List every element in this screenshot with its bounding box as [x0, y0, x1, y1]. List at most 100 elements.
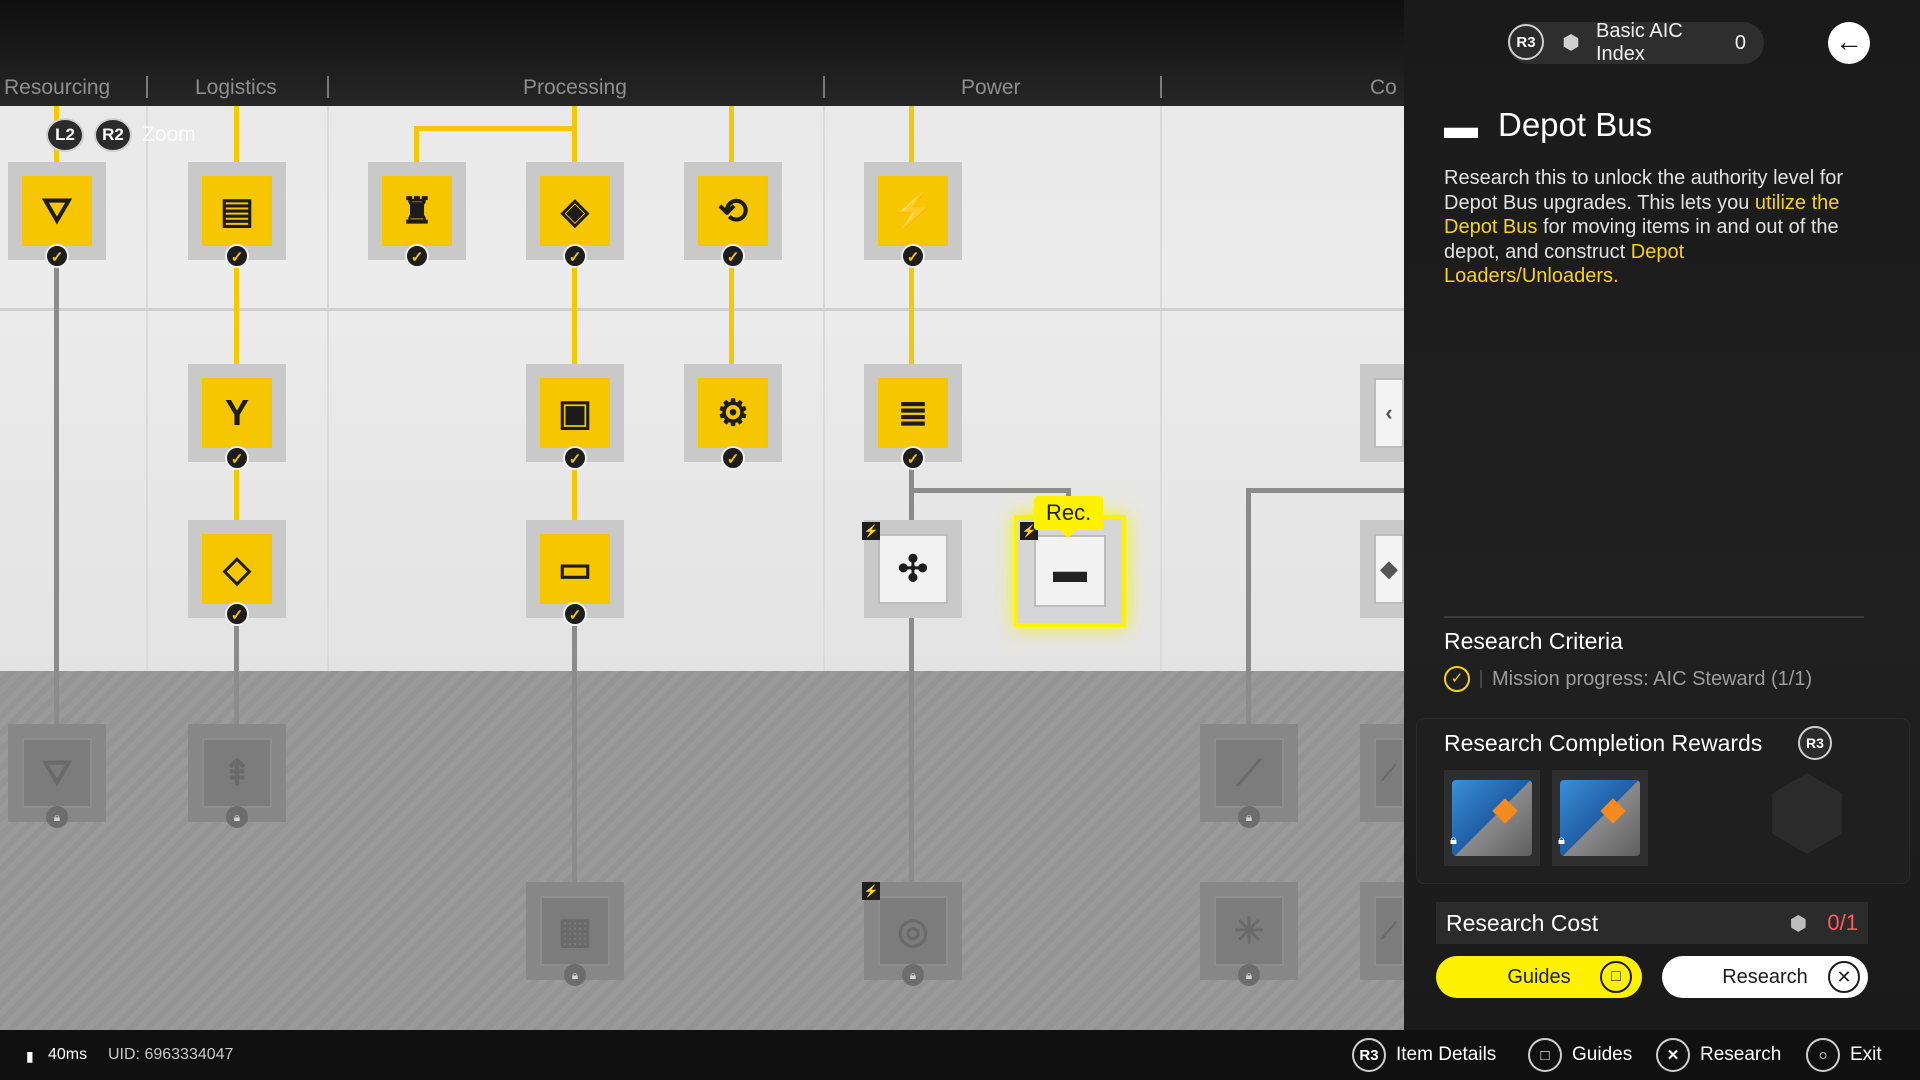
circle-button-icon: ○	[1806, 1038, 1840, 1072]
zoom-hint: L2 R2 Zoom	[46, 118, 196, 152]
hint-exit[interactable]: ○ Exit	[1806, 1038, 1882, 1072]
r2-button-icon[interactable]: R2	[94, 118, 132, 152]
tech-node-processing-2[interactable]: ◈ ✓	[526, 162, 624, 268]
tech-node-processing-3[interactable]: ⟲ ✓	[684, 162, 782, 268]
tech-node-logistics-3[interactable]: ◇ ✓	[188, 520, 286, 626]
tech-node-resourcing-1[interactable]: ⛛ ✓	[8, 162, 106, 268]
checkmark-icon: ✓	[45, 244, 69, 268]
category-separator	[146, 76, 148, 98]
tech-node-power-2[interactable]: ≣ ✓	[864, 364, 962, 470]
lock-icon: 🔒︎	[1450, 832, 1457, 847]
splitter-icon: Y	[202, 378, 272, 448]
tech-node-logistics-2[interactable]: Y ✓	[188, 364, 286, 470]
reward-item[interactable]: 🔒︎	[1444, 770, 1540, 866]
checkmark-icon: ✓	[901, 446, 925, 470]
tech-node-locked[interactable]: ⟋	[1360, 882, 1404, 980]
aic-index-label: Basic AIC Index	[1596, 20, 1683, 65]
hint-label: Research	[1700, 1044, 1782, 1065]
chevron-left-icon: ‹	[1374, 378, 1404, 448]
checkmark-icon: ✓	[225, 602, 249, 626]
tree-connector	[909, 488, 1069, 493]
tech-node-processing-5[interactable]: ⚙ ✓	[684, 364, 782, 470]
guides-button[interactable]: Guides □	[1436, 956, 1642, 998]
research-cost-bar: Research Cost ⬢ 0/1	[1436, 902, 1868, 944]
hint-guides[interactable]: □ Guides	[1528, 1038, 1632, 1072]
divider	[1444, 616, 1864, 618]
category-tab-co[interactable]: Co	[1370, 76, 1397, 100]
tech-node-processing-4[interactable]: ▣ ✓	[526, 364, 624, 470]
back-arrow-icon[interactable]: ←	[1828, 22, 1870, 64]
research-criteria-row: ✓ Mission progress: AIC Steward (1/1)	[1444, 666, 1812, 692]
hint-item-details[interactable]: R3 Item Details	[1352, 1038, 1496, 1072]
reward-item[interactable]: 🔒︎	[1552, 770, 1648, 866]
mold-icon: ⚙	[698, 378, 768, 448]
checkmark-icon: ✓	[721, 446, 745, 470]
tech-node-power-1[interactable]: ⚡ ✓	[864, 162, 962, 268]
factory-icon: ▦	[540, 896, 610, 966]
research-button[interactable]: Research ✕	[1662, 956, 1868, 998]
category-tab-resourcing[interactable]: Resourcing	[4, 76, 110, 100]
tree-connector	[414, 126, 419, 166]
hint-label: Exit	[1850, 1044, 1882, 1065]
aic-index-value: 0	[1734, 31, 1746, 54]
grinder-icon: ⟲	[698, 176, 768, 246]
tool-icon: ⟋	[1374, 896, 1404, 966]
column-divider	[823, 106, 825, 671]
tech-node-processing-1[interactable]: ♜ ✓	[368, 162, 466, 268]
tech-node-locked[interactable]: ▦ 🔒︎	[526, 882, 624, 986]
hint-research[interactable]: ✕ Research	[1656, 1038, 1781, 1072]
tech-node-co-2[interactable]: ◆	[1360, 520, 1404, 618]
relay-icon: ◎	[878, 896, 948, 966]
research-cost-value: 0/1	[1827, 910, 1858, 935]
tree-connector	[572, 626, 577, 926]
tech-node-locked[interactable]: ⟋ 🔒︎	[1200, 724, 1298, 828]
checkmark-icon: ✓	[225, 244, 249, 268]
aic-cube-icon: ⬢	[1789, 912, 1808, 935]
research-cost-label: Research Cost	[1446, 909, 1599, 936]
tech-node-locked[interactable]: ✳ 🔒︎	[1200, 882, 1298, 986]
tech-node-processing-6[interactable]: ▭ ✓	[526, 520, 624, 626]
rewards-title: Research Completion Rewards	[1444, 730, 1763, 756]
signal-icon: ▮	[26, 1048, 34, 1064]
column-divider	[1160, 106, 1162, 671]
tech-node-locked[interactable]: ⇞ 🔒︎	[188, 724, 286, 828]
aic-index-bar[interactable]: ⬢ Basic AIC Index 0	[1508, 20, 1764, 65]
lock-icon: 🔒︎	[46, 806, 68, 828]
refinery-icon: ♜	[382, 176, 452, 246]
thermal-icon: ✳	[1214, 896, 1284, 966]
checkmark-icon: ✓	[563, 244, 587, 268]
research-criteria-title: Research Criteria	[1444, 628, 1623, 654]
hint-label: Guides	[1572, 1044, 1633, 1065]
r3-button-icon[interactable]: R3	[1508, 24, 1544, 60]
hint-label: Item Details	[1396, 1044, 1497, 1065]
category-tab-processing[interactable]: Processing	[523, 76, 627, 100]
detail-panel: ⬢ Basic AIC Index 0 R3 ← ▬ Depot Bus Res…	[1404, 0, 1920, 1030]
depot-bus-icon: ▬	[1444, 108, 1478, 146]
tech-node-logistics-1[interactable]: ▤ ✓	[188, 162, 286, 268]
category-separator	[327, 76, 329, 98]
tech-node-locked[interactable]: ⛛ 🔒︎	[8, 724, 106, 828]
tech-tree-canvas[interactable]: ⛛ ✓ ▤ ✓ ♜ ✓ ◈ ✓ ⟲ ✓ ⚡ ✓ Y ✓ ▣ ✓ ⚙ ✓ ≣ ✓ …	[0, 106, 1404, 1030]
ping-text: 40ms	[48, 1046, 88, 1063]
row-divider	[0, 308, 1404, 311]
cube-watermark-icon: ⬢	[1765, 759, 1849, 866]
diamond-icon: ◆	[1374, 534, 1404, 604]
zoom-label: Zoom	[142, 123, 196, 146]
category-tab-power[interactable]: Power	[961, 76, 1021, 100]
tech-node-co-1[interactable]: ‹	[1360, 364, 1404, 462]
checkmark-icon: ✓	[563, 602, 587, 626]
guides-button-label: Guides	[1507, 965, 1571, 988]
l2-button-icon[interactable]: L2	[46, 118, 84, 152]
power-storage-icon: ≣	[878, 378, 948, 448]
column-divider	[327, 106, 329, 671]
category-tab-logistics[interactable]: Logistics	[195, 76, 277, 100]
crossing-icon: ✣	[878, 534, 948, 604]
lock-icon: 🔒︎	[1238, 806, 1260, 828]
tree-connector	[414, 126, 576, 131]
r3-button-icon[interactable]: R3	[1798, 726, 1832, 760]
power-pylon-icon: ⚡	[878, 176, 948, 246]
lock-icon: 🔒︎	[1558, 832, 1565, 847]
lock-icon: 🔒︎	[902, 964, 924, 986]
tech-node-locked[interactable]: ⟋	[1360, 724, 1404, 822]
lock-icon: 🔒︎	[226, 806, 248, 828]
